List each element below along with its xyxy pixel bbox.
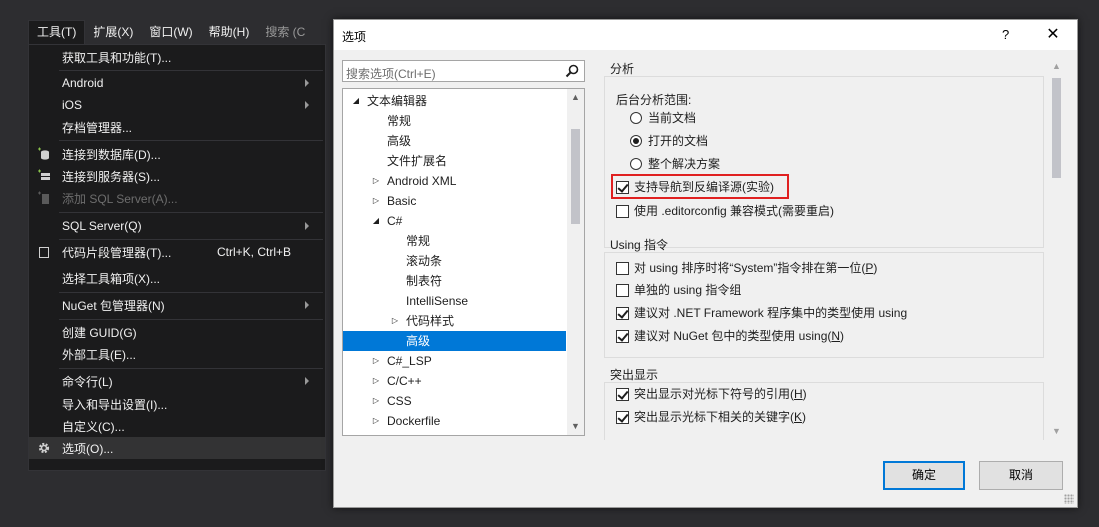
menu-item-choose-toolbox[interactable]: 选择工具箱项(X)... [29, 267, 325, 289]
section-header-using: Using 指令 [610, 238, 669, 252]
menu-item-create-guid[interactable]: 创建 GUID(G) [29, 321, 325, 343]
tree-node-android-xml[interactable]: ▷ Android XML [343, 171, 566, 191]
tree-node-csharp-tabs[interactable]: 制表符 [343, 271, 566, 291]
tree-node-csharp-lsp[interactable]: ▷ C#_LSP [343, 351, 566, 371]
menu-item-connect-server[interactable]: 连接到服务器(S)... [29, 165, 325, 187]
scroll-up-icon[interactable]: ▲ [1048, 58, 1065, 75]
checkbox[interactable] [616, 307, 629, 320]
collapsed-icon[interactable]: ▷ [371, 351, 381, 371]
menu-item-add-sql-server: 添加 SQL Server(A)... [29, 187, 325, 209]
submenu-arrow-icon [305, 101, 309, 109]
server-connect-icon [36, 168, 52, 184]
analysis-scope-label: 后台分析范围: [616, 93, 692, 107]
collapsed-icon[interactable]: ▷ [371, 171, 381, 191]
tree-node-csharp-general[interactable]: 常规 [343, 231, 566, 251]
menu-item-external-tools[interactable]: 外部工具(E)... [29, 343, 325, 365]
collapsed-icon[interactable]: ▷ [390, 311, 400, 331]
dialog-title: 选项 [342, 30, 367, 44]
menu-search[interactable]: 搜索 (C [257, 20, 313, 45]
checkbox[interactable] [616, 330, 629, 343]
menu-bar: 工具(T) 扩展(X) 窗口(W) 帮助(H) 搜索 (C [28, 20, 328, 45]
expanded-icon[interactable]: ◢ [351, 91, 361, 111]
submenu-arrow-icon [305, 222, 309, 230]
scrollbar-thumb[interactable] [571, 129, 580, 224]
radio-button[interactable] [630, 135, 642, 147]
resize-grip-icon[interactable] [1064, 494, 1074, 504]
scroll-up-icon[interactable]: ▲ [567, 89, 584, 106]
menu-item-customize[interactable]: 自定义(C)... [29, 415, 325, 437]
menu-item-nuget[interactable]: NuGet 包管理器(N) [29, 294, 325, 316]
checkbox[interactable] [616, 388, 629, 401]
tree-node-csharp[interactable]: ◢ C# [343, 211, 566, 231]
menu-item-get-tools[interactable]: 获取工具和功能(T)... [29, 46, 325, 68]
tree-node-csharp-intellisense[interactable]: IntelliSense [343, 291, 566, 311]
options-panel: 分析 后台分析范围: 当前文档 打开的文档 整个解决方案 支持导航到反编译源(实… [604, 58, 1048, 440]
menu-extensions[interactable]: 扩展(X) [85, 20, 141, 45]
tree-node-dockerfile[interactable]: ▷ Dockerfile [343, 411, 566, 431]
menu-item-android[interactable]: Android [29, 72, 325, 94]
radio-button[interactable] [630, 112, 642, 124]
database-connect-icon [36, 146, 52, 162]
ok-button[interactable]: 确定 [883, 461, 965, 490]
tree-node-file-extension[interactable]: 文件扩展名 [343, 151, 566, 171]
collapsed-icon[interactable]: ▷ [371, 391, 381, 411]
menu-window[interactable]: 窗口(W) [141, 20, 200, 45]
section-header-highlight: 突出显示 [610, 368, 659, 382]
search-options-input[interactable]: 搜索选项(Ctrl+E) [342, 60, 585, 82]
collapsed-icon[interactable]: ▷ [371, 191, 381, 211]
checkbox[interactable] [616, 284, 629, 297]
tree-scrollbar[interactable]: ▲ ▼ [567, 89, 584, 435]
scroll-down-icon[interactable]: ▼ [1048, 423, 1065, 440]
scroll-down-icon[interactable]: ▼ [567, 418, 584, 435]
section-header-analysis: 分析 [610, 62, 635, 76]
highlight-annotation-box [611, 174, 789, 199]
submenu-arrow-icon [305, 301, 309, 309]
tree-node-css[interactable]: ▷ CSS [343, 391, 566, 411]
expanded-icon[interactable]: ◢ [371, 211, 381, 231]
checkbox[interactable] [616, 411, 629, 424]
menu-item-snippet-manager[interactable]: 代码片段管理器(T)... Ctrl+K, Ctrl+B [29, 241, 325, 263]
menu-item-ios[interactable]: iOS [29, 94, 325, 116]
collapsed-icon[interactable]: ▷ [371, 411, 381, 431]
sql-server-add-icon [36, 190, 52, 206]
tree-node-csharp-code-style[interactable]: ▷ 代码样式 [343, 311, 566, 331]
scrollbar-thumb[interactable] [1052, 78, 1061, 178]
menu-item-sql-server[interactable]: SQL Server(Q) [29, 215, 325, 237]
tree-node-general[interactable]: 常规 [343, 111, 566, 131]
dialog-titlebar: 选项 ? ✕ [334, 20, 1077, 50]
options-tree: ◢ 文本编辑器 常规 高级 文件扩展名 ▷ Android XML ▷ Basic ◢… [342, 88, 585, 436]
snippet-icon [36, 244, 52, 260]
menu-tools[interactable]: 工具(T) [28, 20, 86, 45]
options-dialog: 选项 ? ✕ 搜索选项(Ctrl+E) ◢ 文本编辑器 常规 高级 文件扩展名 ▷… [333, 19, 1078, 508]
help-button[interactable]: ? [1002, 27, 1009, 42]
checkbox[interactable] [616, 205, 629, 218]
gear-icon [36, 440, 52, 456]
tools-dropdown-menu: 获取工具和功能(T)... Android iOS 存档管理器... 连接到数据… [28, 44, 326, 471]
menu-item-command-line[interactable]: 命令行(L) [29, 370, 325, 392]
menu-help[interactable]: 帮助(H) [201, 20, 258, 45]
tree-node-basic[interactable]: ▷ Basic [343, 191, 566, 211]
submenu-arrow-icon [305, 377, 309, 385]
tree-node-csharp-advanced[interactable]: 高级 [343, 331, 566, 351]
submenu-arrow-icon [305, 79, 309, 87]
close-button[interactable]: ✕ [1042, 24, 1064, 46]
collapsed-icon[interactable]: ▷ [371, 371, 381, 391]
tree-node-cpp[interactable]: ▷ C/C++ [343, 371, 566, 391]
panel-scrollbar[interactable]: ▲ ▼ [1048, 58, 1065, 440]
menu-item-connect-database[interactable]: 连接到数据库(D)... [29, 143, 325, 165]
cancel-button[interactable]: 取消 [979, 461, 1063, 490]
tree-node-csharp-scrollbars[interactable]: 滚动条 [343, 251, 566, 271]
menu-item-archive-manager[interactable]: 存档管理器... [29, 116, 325, 138]
search-placeholder: 搜索选项(Ctrl+E) [346, 67, 436, 81]
tree-node-advanced[interactable]: 高级 [343, 131, 566, 151]
radio-button[interactable] [630, 158, 642, 170]
tree-node-text-editor[interactable]: ◢ 文本编辑器 [343, 91, 566, 111]
menu-item-options[interactable]: 选项(O)... [29, 437, 325, 459]
menu-item-import-export[interactable]: 导入和导出设置(I)... [29, 393, 325, 415]
search-icon [564, 63, 580, 79]
checkbox[interactable] [616, 262, 629, 275]
